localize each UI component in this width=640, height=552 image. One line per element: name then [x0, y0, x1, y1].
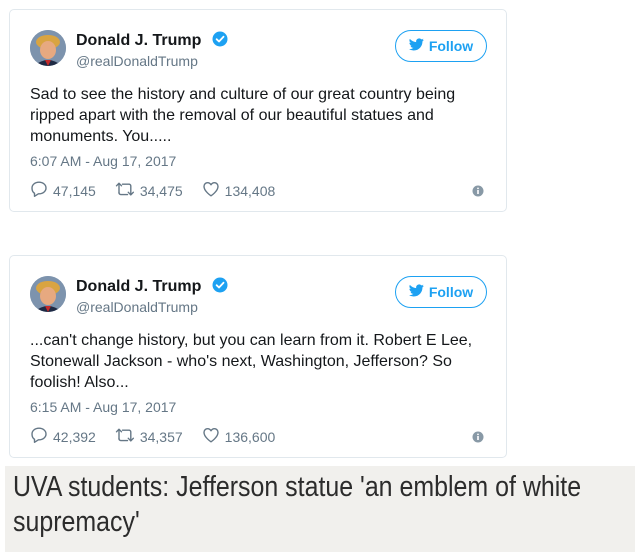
- author-handle[interactable]: @realDonaldTrump: [76, 299, 198, 315]
- retweet-icon: [115, 426, 135, 447]
- like-count: 134,408: [224, 182, 276, 199]
- tweet-card[interactable]: Donald J. Trump @realDonaldTrump Follow …: [9, 9, 507, 212]
- retweet-button[interactable]: 34,475: [115, 180, 183, 201]
- avatar[interactable]: [30, 30, 66, 66]
- info-icon[interactable]: [472, 184, 484, 197]
- reply-button[interactable]: 47,145: [30, 180, 96, 201]
- follow-label: Follow: [428, 38, 474, 54]
- tweet-actions: 42,392 34,357 136,600: [30, 426, 294, 447]
- tweet-timestamp[interactable]: 6:07 AM - Aug 17, 2017: [30, 153, 176, 169]
- twitter-bird-icon: [408, 38, 424, 54]
- follow-button[interactable]: Follow: [395, 30, 487, 62]
- author-name[interactable]: Donald J. Trump: [76, 31, 228, 52]
- author-name-text[interactable]: Donald J. Trump: [76, 278, 201, 295]
- tweet-card[interactable]: Donald J. Trump @realDonaldTrump Follow …: [9, 255, 507, 458]
- heart-icon: [202, 426, 220, 447]
- author-name-text[interactable]: Donald J. Trump: [76, 32, 201, 49]
- like-button[interactable]: 134,408: [202, 180, 276, 201]
- author-handle[interactable]: @realDonaldTrump: [76, 53, 198, 69]
- retweet-icon: [115, 180, 135, 201]
- tweet-timestamp[interactable]: 6:15 AM - Aug 17, 2017: [30, 399, 176, 415]
- twitter-bird-icon: [408, 284, 424, 300]
- headline-text: UVA students: Jefferson statue 'an emble…: [13, 471, 582, 538]
- retweet-count: 34,357: [139, 428, 183, 445]
- tweet-text: Sad to see the history and culture of ou…: [30, 86, 456, 145]
- follow-button[interactable]: Follow: [395, 276, 487, 308]
- reply-count: 42,392: [53, 428, 96, 445]
- tweet-actions: 47,145 34,475 134,408: [30, 180, 294, 201]
- like-button[interactable]: 136,600: [202, 426, 276, 447]
- info-icon[interactable]: [472, 430, 484, 443]
- reply-count: 47,145: [53, 182, 96, 199]
- reply-icon: [30, 180, 48, 201]
- reply-icon: [30, 426, 48, 447]
- headline-banner: UVA students: Jefferson statue 'an emble…: [5, 466, 635, 552]
- verified-badge-icon: [212, 31, 228, 52]
- retweet-button[interactable]: 34,357: [115, 426, 183, 447]
- retweet-count: 34,475: [139, 182, 183, 199]
- author-name[interactable]: Donald J. Trump: [76, 277, 228, 298]
- verified-badge-icon: [212, 277, 228, 298]
- follow-label: Follow: [428, 284, 474, 300]
- heart-icon: [202, 180, 220, 201]
- tweet-text: ...can't change history, but you can lea…: [30, 332, 473, 391]
- like-count: 136,600: [224, 428, 276, 445]
- reply-button[interactable]: 42,392: [30, 426, 96, 447]
- avatar[interactable]: [30, 276, 66, 312]
